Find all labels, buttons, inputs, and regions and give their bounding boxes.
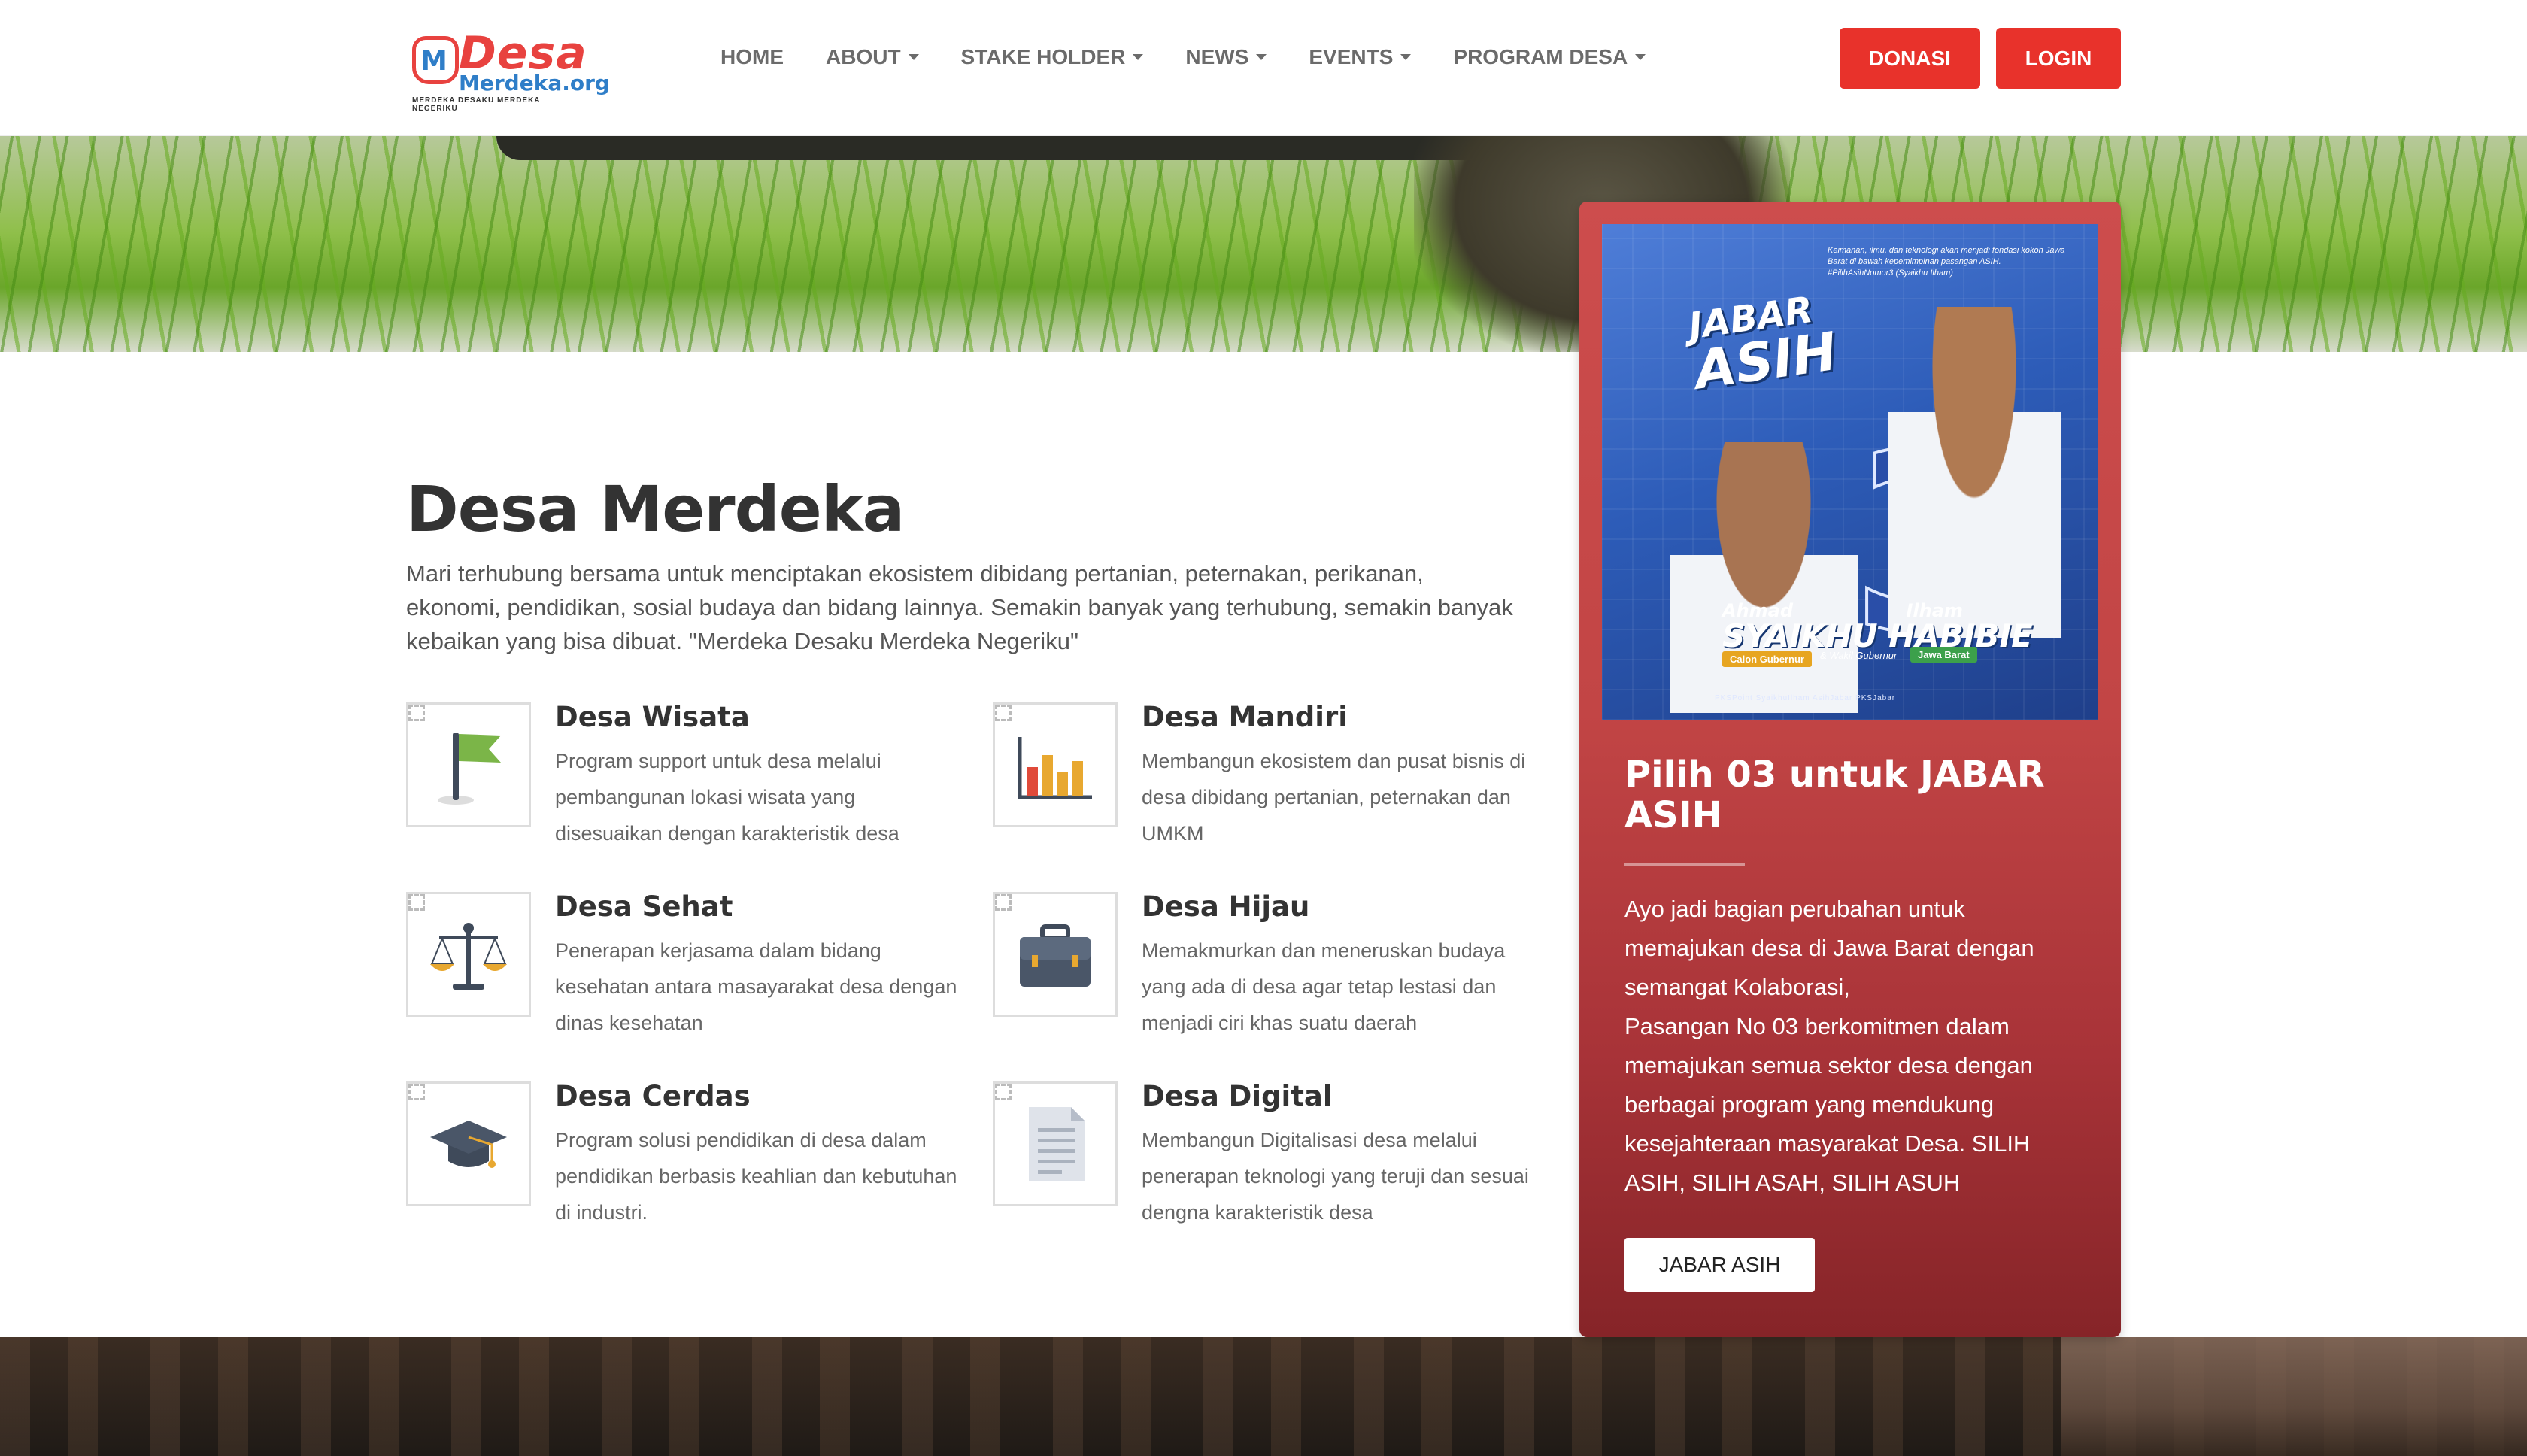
feature-title: Desa Hijau (1142, 890, 1310, 923)
feature-icon-box (993, 1081, 1118, 1206)
feature-text: Membangun Digitalisasi desa melalui pene… (1142, 1129, 1529, 1224)
menu-events[interactable]: EVENTS (1309, 42, 1412, 72)
hero-banner-image (0, 136, 2527, 352)
poster-role2: Jawa Barat (1910, 647, 1977, 663)
menu-label: STAKE HOLDER (960, 45, 1126, 68)
briefcase-icon (1020, 924, 1091, 987)
poster-candidate-left (1670, 442, 1858, 713)
menu-label: PROGRAM DESA (1453, 45, 1628, 68)
feature-icon-box (406, 892, 531, 1017)
feature-icon-box (993, 702, 1118, 827)
poster-names: Ahmad Ilham SYAIKHU HABIBIE (1722, 600, 2033, 654)
campaign-poster-image[interactable]: Keimanan, ilmu, dan teknologi akan menja… (1602, 224, 2098, 720)
feature-icon-box (406, 702, 531, 827)
poster-headline: JABAR ASIH (1686, 286, 1840, 402)
logo-tagline: MERDEKA DESAKU MERDEKA NEGERIKU (412, 96, 541, 113)
feature-icon-box (406, 1081, 531, 1206)
document-icon (1029, 1107, 1085, 1181)
card-divider (1624, 863, 1745, 866)
chevron-down-icon (908, 54, 919, 60)
menu-label: ABOUT (826, 45, 901, 68)
logo-badge-letter: M (420, 46, 447, 77)
city-sea (2061, 1337, 2527, 1456)
feature-icon-box (993, 892, 1118, 1017)
intro-text: Mari terhubung bersama untuk menciptakan… (406, 560, 1513, 654)
chevron-down-icon (1635, 54, 1646, 60)
name1-last: SYAIKHU (1722, 617, 1878, 654)
main-menu: HOME ABOUT STAKE HOLDER NEWS EVENTS PROG… (720, 42, 1688, 72)
feature-text: Program support untuk desa melalui pemba… (555, 750, 899, 845)
campaign-card: Keimanan, ilmu, dan teknologi akan menja… (1579, 202, 2121, 1337)
menu-label: NEWS (1185, 45, 1249, 68)
feature-text: Penerapan kerjasama dalam bidang kesehat… (555, 939, 957, 1034)
logo-badge-icon: M (412, 36, 459, 84)
poster-footer: PKSPoint SyaikhuIlham AsihJabar PKSJabar (1715, 694, 1896, 702)
menu-label: HOME (720, 45, 784, 68)
donate-button[interactable]: DONASI (1840, 28, 1980, 89)
feature-text: Memakmurkan dan meneruskan budaya yang a… (1142, 939, 1506, 1034)
card-description: Ayo jadi bagian perubahan untuk memajuka… (1624, 896, 2034, 1196)
menu-home[interactable]: HOME (720, 42, 784, 72)
feature-text: Membangun ekosistem dan pusat bisnis di … (1142, 750, 1526, 845)
feature-title: Desa Wisata (555, 701, 750, 733)
feature-title: Desa Mandiri (1142, 701, 1348, 733)
poster-tagline: Keimanan, ilmu, dan teknologi akan menja… (1828, 246, 2065, 278)
feature-desa-sehat: Desa Sehat Penerapan kerjasama dalam bid… (406, 890, 963, 1034)
menu-stake-holder[interactable]: STAKE HOLDER (961, 42, 1144, 72)
login-button[interactable]: LOGIN (1996, 28, 2121, 89)
site-logo[interactable]: M Desa Merdeka.org MERDEKA DESAKU MERDEK… (411, 27, 610, 113)
poster-role-mid: & Wakil Gubernur (1820, 650, 1898, 661)
card-title: Pilih 03 untuk JABAR ASIH (1624, 754, 2045, 836)
chevron-down-icon (1256, 54, 1267, 60)
graduation-cap-icon (430, 1121, 507, 1168)
page-title: Desa Merdeka (406, 472, 905, 546)
scales-icon (430, 923, 507, 990)
chevron-down-icon (1400, 54, 1412, 60)
bottom-city-image (0, 1337, 2527, 1456)
flag-icon (438, 733, 501, 805)
feature-desa-wisata: Desa Wisata Program support untuk desa m… (406, 701, 963, 845)
feature-desa-mandiri: Desa Mandiri Membangun ekosistem dan pus… (993, 701, 1549, 845)
logo-subtitle: Merdeka.org (459, 71, 610, 96)
poster-role1: Calon Gubernur (1722, 651, 1812, 667)
feature-title: Desa Digital (1142, 1080, 1333, 1112)
chevron-down-icon (1133, 54, 1144, 60)
feature-desa-hijau: Desa Hijau Memakmurkan dan meneruskan bu… (993, 890, 1549, 1034)
menu-news[interactable]: NEWS (1185, 42, 1267, 72)
feature-desa-cerdas: Desa Cerdas Program solusi pendidikan di… (406, 1080, 963, 1224)
feature-title: Desa Sehat (555, 890, 733, 923)
menu-about[interactable]: ABOUT (826, 42, 919, 72)
feature-title: Desa Cerdas (555, 1080, 751, 1112)
menu-program-desa[interactable]: PROGRAM DESA (1453, 42, 1646, 72)
bar-chart-icon (1018, 737, 1092, 799)
top-navbar: M Desa Merdeka.org MERDEKA DESAKU MERDEK… (0, 0, 2527, 136)
feature-text: Program solusi pendidikan di desa dalam … (555, 1129, 957, 1224)
menu-label: EVENTS (1309, 45, 1394, 68)
poster-candidate-right (1888, 307, 2061, 638)
jabar-asih-button[interactable]: JABAR ASIH (1624, 1238, 1815, 1292)
feature-desa-digital: Desa Digital Membangun Digitalisasi desa… (993, 1080, 1549, 1224)
